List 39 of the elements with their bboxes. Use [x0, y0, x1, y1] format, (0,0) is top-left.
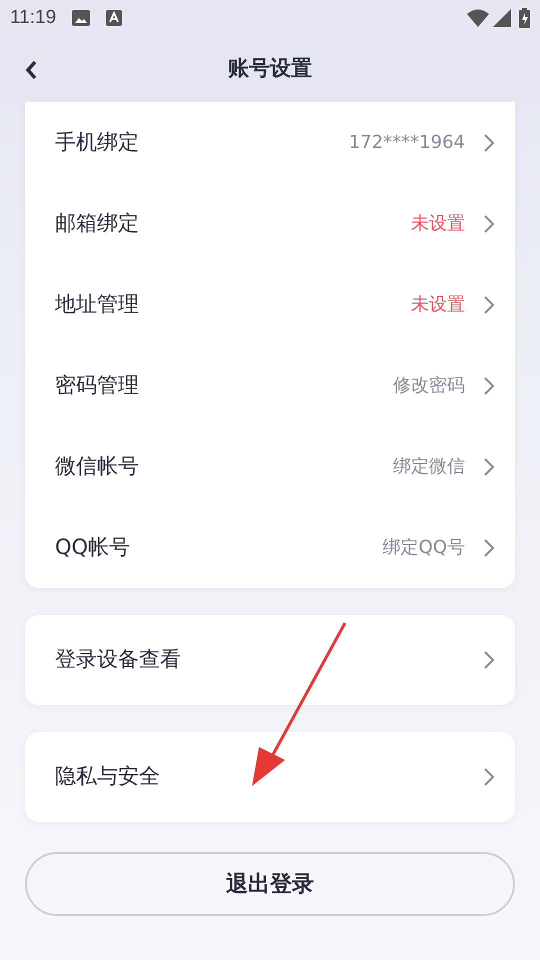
chevron-icon: [483, 214, 495, 234]
battery-icon: [519, 8, 530, 28]
row-label: 密码管理: [55, 372, 139, 399]
row-label: 微信帐号: [55, 452, 139, 480]
settings-row[interactable]: 邮箱绑定 未设置: [25, 183, 515, 264]
signal-icon: [493, 9, 511, 27]
row-label: 邮箱绑定: [55, 210, 139, 237]
page-title: 账号设置: [228, 55, 312, 82]
status-time: 11:19: [10, 6, 56, 30]
logout-button[interactable]: 退出登录: [25, 852, 515, 916]
row-label: 地址管理: [55, 290, 139, 318]
row-label: 手机绑定: [55, 128, 139, 156]
chevron-icon: [483, 650, 495, 670]
row-label: 登录设备查看: [55, 646, 181, 674]
row-label: 隐私与安全: [55, 763, 160, 790]
settings-row[interactable]: 手机绑定 172****1964: [25, 102, 515, 183]
row-value: 修改密码: [393, 374, 465, 398]
settings-row[interactable]: 地址管理 未设置: [25, 264, 515, 345]
row-value: 绑定QQ号: [382, 536, 465, 560]
font-icon: [106, 10, 122, 26]
row-value: 未设置: [411, 212, 465, 236]
wifi-icon: [467, 9, 489, 27]
row-value: 未设置: [411, 293, 465, 317]
row-value: 绑定微信: [393, 455, 465, 479]
chevron-icon: [483, 376, 495, 396]
chevron-icon: [483, 767, 495, 787]
row-label: QQ帐号: [55, 534, 130, 561]
chevron-icon: [483, 538, 495, 558]
settings-row[interactable]: 密码管理 修改密码: [25, 345, 515, 426]
device-row[interactable]: 登录设备查看: [25, 615, 515, 705]
chevron-icon: [483, 294, 495, 314]
privacy-row[interactable]: 隐私与安全: [25, 732, 515, 822]
settings-row[interactable]: QQ帐号 绑定QQ号: [25, 507, 515, 588]
back-icon: [24, 58, 38, 81]
image-icon: [72, 10, 90, 26]
settings-row[interactable]: 微信帐号 绑定微信: [25, 426, 515, 507]
row-value: 172****1964: [348, 131, 465, 155]
chevron-icon: [483, 132, 495, 152]
chevron-icon: [483, 456, 495, 476]
